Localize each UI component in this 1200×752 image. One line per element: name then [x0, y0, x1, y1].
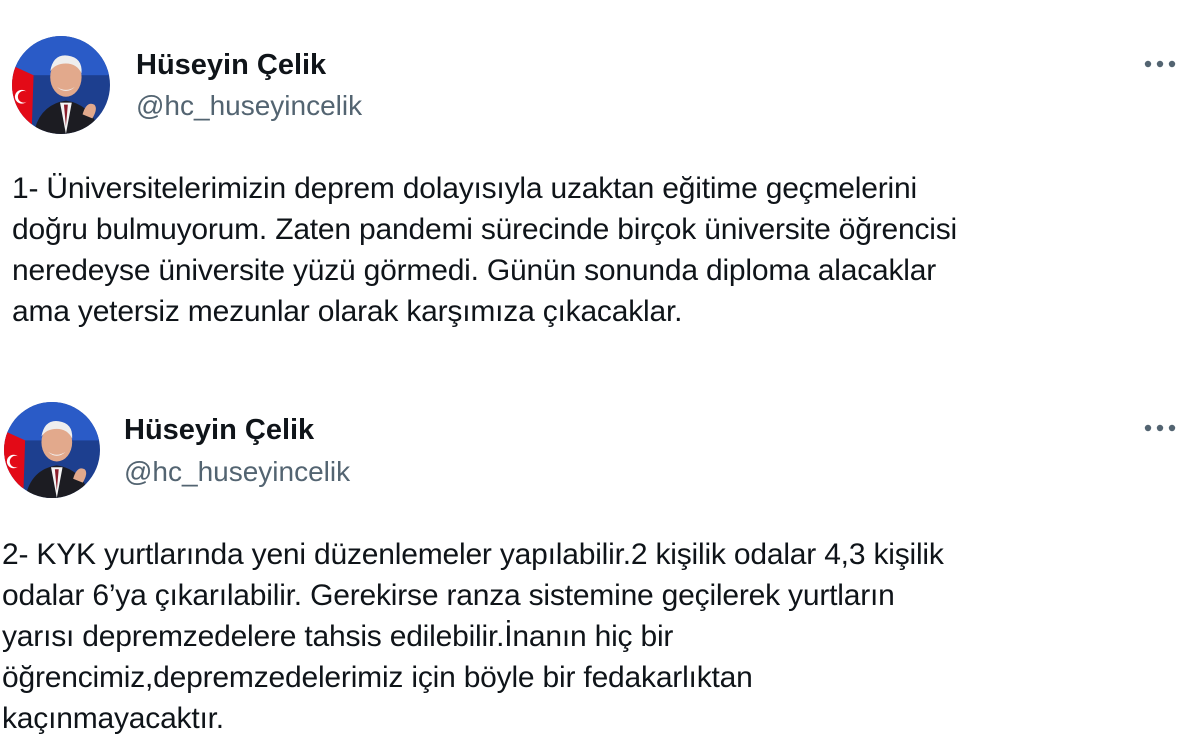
profile-photo-icon — [12, 36, 110, 134]
author-name[interactable]: Hüseyin Çelik — [136, 48, 326, 82]
more-horizontal-icon — [1144, 424, 1176, 432]
author-avatar[interactable] — [12, 36, 110, 134]
tweet-1: Hüseyin Çelik @hc_huseyincelik 1- Üniver… — [0, 0, 1200, 370]
author-name[interactable]: Hüseyin Çelik — [124, 413, 314, 447]
author-avatar[interactable] — [4, 402, 100, 498]
tweet-2: Hüseyin Çelik @hc_huseyincelik 2- KYK yu… — [0, 370, 1200, 752]
author-handle[interactable]: @hc_huseyincelik — [124, 456, 350, 488]
profile-photo-icon — [4, 402, 100, 498]
author-handle[interactable]: @hc_huseyincelik — [136, 90, 362, 122]
more-options-button[interactable] — [1140, 52, 1180, 76]
more-horizontal-icon — [1144, 60, 1176, 68]
more-options-button[interactable] — [1140, 416, 1180, 440]
tweet-text: 2- KYK yurtlarında yeni düzenlemeler yap… — [2, 538, 944, 735]
tweet-text: 1- Üniversitelerimizin deprem dolayısıyl… — [12, 172, 958, 328]
